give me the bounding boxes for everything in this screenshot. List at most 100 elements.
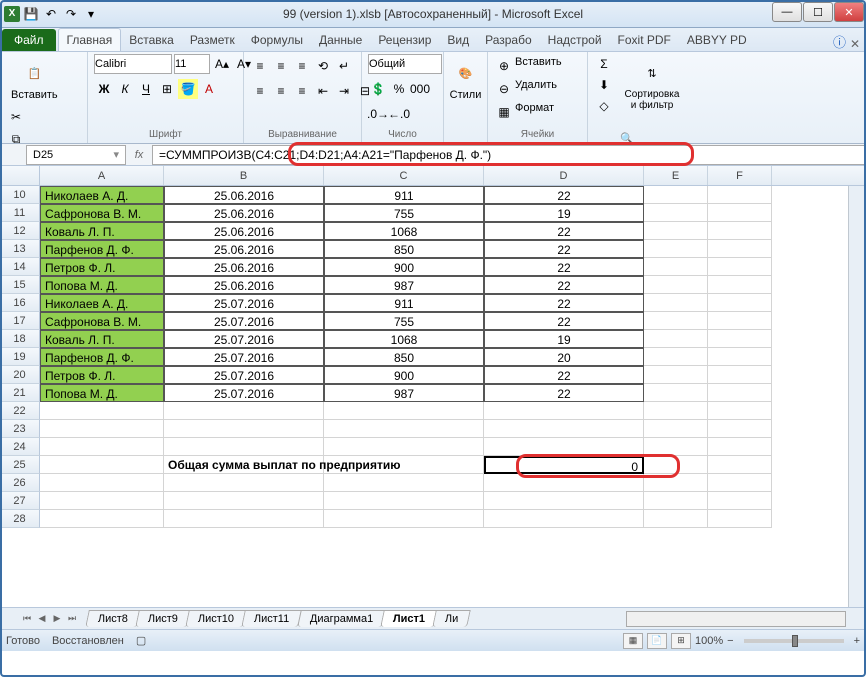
cell[interactable] — [644, 222, 708, 240]
view-layout-icon[interactable]: 📄 — [647, 633, 667, 649]
cell[interactable]: 911 — [324, 294, 484, 312]
cell[interactable] — [40, 420, 164, 438]
fill-color-button[interactable]: 🪣 — [178, 79, 198, 99]
col-A[interactable]: A — [40, 166, 164, 185]
cell[interactable]: 755 — [324, 312, 484, 330]
cell[interactable] — [644, 510, 708, 528]
help-icon[interactable]: ⓘ — [833, 32, 846, 51]
align-bottom-icon[interactable]: ≡ — [292, 56, 312, 76]
cell[interactable] — [644, 186, 708, 204]
increase-decimal-icon[interactable]: .0→ — [368, 104, 388, 124]
cell[interactable] — [708, 438, 772, 456]
cell[interactable]: Николаев А. Д. — [40, 294, 164, 312]
row-header[interactable]: 22 — [0, 402, 40, 420]
view-pagebreak-icon[interactable]: ⊞ — [671, 633, 691, 649]
bold-button[interactable]: Ж — [94, 79, 114, 99]
row-header[interactable]: 20 — [0, 366, 40, 384]
comma-icon[interactable]: 000 — [410, 79, 430, 99]
row-header[interactable]: 23 — [0, 420, 40, 438]
sheet-nav-prev-icon[interactable]: ◀ — [35, 611, 49, 627]
fill-icon[interactable]: ⬇ — [594, 75, 614, 95]
maximize-button[interactable]: ☐ — [803, 2, 833, 22]
cell[interactable] — [40, 402, 164, 420]
close-button[interactable]: ✕ — [834, 2, 864, 22]
cell[interactable] — [40, 456, 164, 474]
cell[interactable] — [644, 240, 708, 258]
delete-cell-icon[interactable]: ⊖ — [494, 79, 514, 99]
sheet-nav-next-icon[interactable]: ▶ — [50, 611, 64, 627]
cell[interactable] — [484, 510, 644, 528]
cell[interactable] — [708, 276, 772, 294]
cell[interactable] — [644, 348, 708, 366]
cell[interactable]: 25.06.2016 — [164, 276, 324, 294]
cell[interactable] — [484, 492, 644, 510]
cell[interactable]: Коваль Л. П. — [40, 222, 164, 240]
zoom-slider[interactable] — [744, 639, 844, 643]
cell[interactable]: 25.06.2016 — [164, 240, 324, 258]
cell[interactable] — [484, 420, 644, 438]
clear-icon[interactable]: ◇ — [594, 96, 614, 116]
insert-cell-icon[interactable]: ⊕ — [494, 56, 514, 76]
decrease-decimal-icon[interactable]: ←.0 — [389, 104, 409, 124]
number-format-select[interactable] — [368, 54, 442, 74]
cell[interactable]: 850 — [324, 348, 484, 366]
summary-label[interactable]: Общая сумма выплат по предприятию — [164, 456, 324, 474]
redo-icon[interactable]: ↷ — [62, 5, 80, 23]
view-normal-icon[interactable]: ▦ — [623, 633, 643, 649]
tab-insert[interactable]: Вставка — [121, 29, 182, 51]
spreadsheet-grid[interactable]: A B C D E F 10 Николаев А. Д. 25.06.2016… — [0, 166, 866, 607]
cell[interactable]: Петров Ф. Л. — [40, 366, 164, 384]
align-left-icon[interactable]: ≡ — [250, 81, 270, 101]
formula-input[interactable]: =СУММПРОИЗВ(C4:C21;D4:D21;A4:A21="Парфен… — [152, 145, 866, 165]
cell[interactable]: 22 — [484, 186, 644, 204]
format-cell-icon[interactable]: ▦ — [494, 102, 514, 122]
cell[interactable]: 25.06.2016 — [164, 186, 324, 204]
doc-close-icon[interactable]: ✕ — [850, 37, 860, 51]
sheet-tab[interactable]: Диаграмма1 — [297, 610, 386, 627]
cell[interactable] — [40, 510, 164, 528]
increase-indent-icon[interactable]: ⇥ — [334, 81, 354, 101]
cell[interactable]: 22 — [484, 276, 644, 294]
row-header[interactable]: 15 — [0, 276, 40, 294]
cell[interactable]: 19 — [484, 204, 644, 222]
cell[interactable] — [164, 474, 324, 492]
cell[interactable] — [324, 474, 484, 492]
sheet-tab[interactable]: Лист8 — [85, 610, 141, 627]
cell[interactable] — [708, 258, 772, 276]
file-tab[interactable]: Файл — [2, 29, 56, 51]
cell[interactable]: 25.06.2016 — [164, 222, 324, 240]
cell[interactable] — [164, 402, 324, 420]
name-box[interactable]: D25▾ — [26, 145, 126, 165]
tab-home[interactable]: Главная — [58, 28, 122, 51]
cell[interactable]: 987 — [324, 276, 484, 294]
cell[interactable] — [644, 402, 708, 420]
cell[interactable]: 1068 — [324, 222, 484, 240]
tab-formulas[interactable]: Формулы — [243, 29, 311, 51]
cell[interactable] — [708, 312, 772, 330]
row-header[interactable]: 14 — [0, 258, 40, 276]
row-header[interactable]: 28 — [0, 510, 40, 528]
cell[interactable]: Николаев А. Д. — [40, 186, 164, 204]
border-button[interactable]: ⊞ — [157, 79, 177, 99]
font-color-button[interactable]: A — [199, 79, 219, 99]
sheet-tab[interactable]: Лист10 — [185, 610, 247, 627]
cell[interactable] — [484, 402, 644, 420]
select-all-corner[interactable] — [0, 166, 40, 185]
row-header[interactable]: 13 — [0, 240, 40, 258]
align-right-icon[interactable]: ≡ — [292, 81, 312, 101]
qat-dropdown-icon[interactable]: ▾ — [82, 5, 100, 23]
cell[interactable]: 25.07.2016 — [164, 384, 324, 402]
cell[interactable]: 755 — [324, 204, 484, 222]
row-header[interactable]: 11 — [0, 204, 40, 222]
zoom-level[interactable]: 100% — [695, 635, 723, 647]
cell[interactable]: Парфенов Д. Ф. — [40, 240, 164, 258]
cell[interactable] — [644, 312, 708, 330]
cell[interactable]: 900 — [324, 366, 484, 384]
zoom-out-icon[interactable]: − — [727, 635, 733, 647]
cell[interactable] — [644, 438, 708, 456]
cell[interactable]: 22 — [484, 366, 644, 384]
col-F[interactable]: F — [708, 166, 772, 185]
cell[interactable] — [40, 438, 164, 456]
tab-foxit[interactable]: Foxit PDF — [610, 29, 679, 51]
cell[interactable] — [708, 222, 772, 240]
